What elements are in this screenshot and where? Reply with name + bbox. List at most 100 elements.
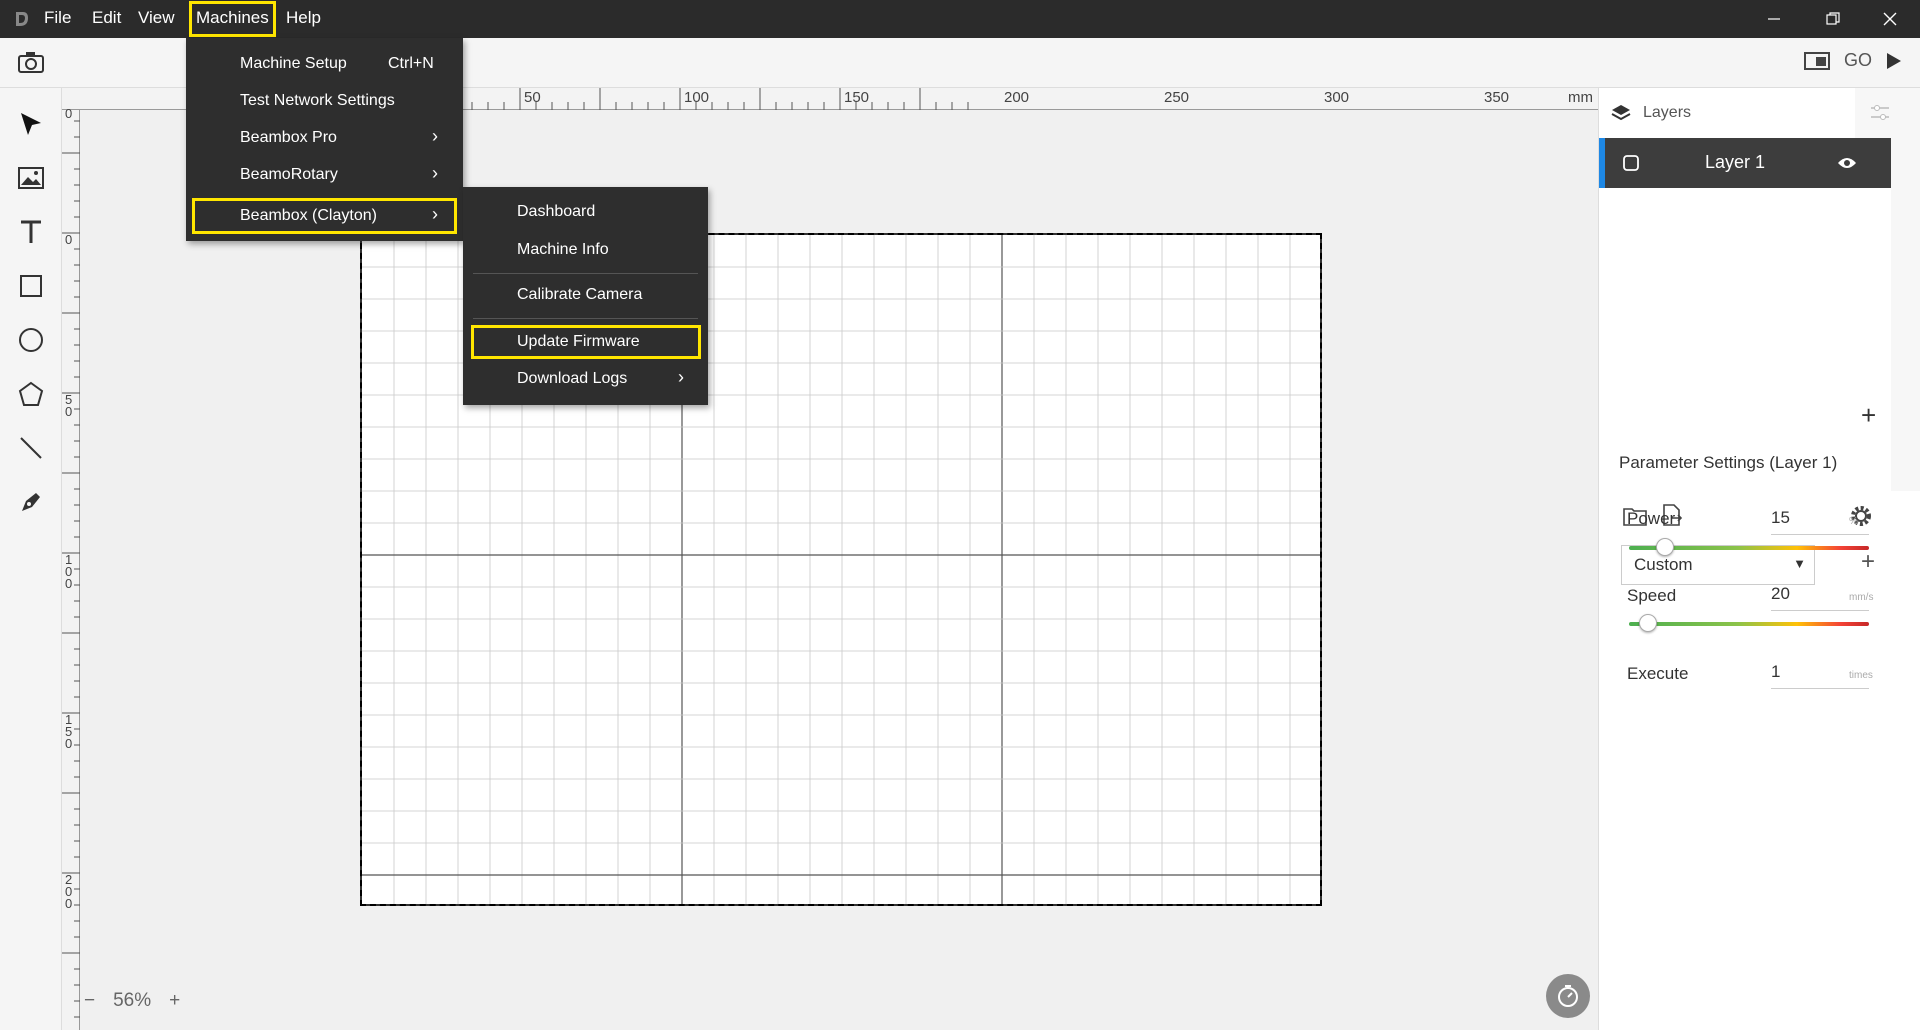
restore-icon [1826, 12, 1840, 25]
stopwatch-icon [1558, 985, 1578, 1007]
minimize-button[interactable] [1744, 0, 1804, 38]
rectangle-tool[interactable] [15, 270, 47, 302]
ruler-label: 200 [1004, 89, 1030, 106]
speed-slider[interactable] [1629, 622, 1869, 626]
submenu-item-label: Calibrate Camera [517, 286, 643, 303]
preset-value: Custom [1634, 555, 1693, 574]
line-icon [20, 437, 42, 459]
chevron-right-icon: › [678, 367, 684, 387]
layers-icon [1611, 105, 1631, 121]
ruler-label: 50 [524, 89, 541, 106]
ruler-label: 200 [65, 872, 73, 911]
menu-file[interactable]: File [38, 0, 77, 38]
submenu-item-label: Update Firmware [517, 333, 640, 350]
layer-row[interactable]: Layer 1 [1599, 138, 1891, 188]
layer-settings-icon[interactable] [1869, 102, 1891, 124]
chevron-right-icon: › [432, 126, 438, 146]
circle-icon [19, 328, 43, 352]
camera-icon[interactable] [18, 50, 44, 74]
preset-select[interactable]: Custom ▼ [1621, 545, 1815, 585]
pen-icon [22, 493, 40, 511]
power-unit: % [1849, 516, 1858, 527]
machines-menu: Machine Setup Ctrl+N Test Network Settin… [186, 38, 463, 241]
time-estimate-button[interactable] [1546, 974, 1590, 1018]
layers-header-label: Layers [1643, 104, 1692, 121]
right-panel: Layers Layer 1 + Parameter Settings (Lay… [1598, 88, 1920, 1030]
ruler-label: 100 [684, 89, 710, 106]
restore-button[interactable] [1803, 0, 1863, 38]
menu-item-machine-setup[interactable]: Machine Setup Ctrl+N [186, 46, 463, 82]
ruler-label: 150 [844, 89, 870, 106]
zoom-out-button[interactable]: − [84, 990, 95, 1012]
image-tool[interactable] [15, 162, 47, 194]
app-logo-icon [16, 12, 28, 26]
device-submenu: Dashboard Machine Info Calibrate Camera … [463, 187, 708, 405]
select-tool[interactable] [15, 108, 47, 140]
ruler-label: 350 [1484, 89, 1510, 106]
line-tool[interactable] [15, 432, 47, 464]
close-icon [1883, 12, 1897, 26]
submenu-item-download-logs[interactable]: Download Logs › [463, 362, 708, 396]
menu-item-label: Beambox Pro [240, 129, 337, 146]
layer-name: Layer 1 [1705, 152, 1766, 172]
menu-item-beambox-pro[interactable]: Beambox Pro › [186, 120, 463, 156]
execute-label: Execute [1627, 664, 1689, 683]
dropdown-arrow-icon: ▼ [1793, 556, 1806, 571]
submenu-item-dashboard[interactable]: Dashboard [463, 195, 708, 229]
image-icon [18, 167, 44, 189]
submenu-item-calibrate-camera[interactable]: Calibrate Camera [463, 278, 708, 312]
minimize-icon [1768, 18, 1780, 20]
menu-item-shortcut: Ctrl+N [388, 55, 434, 72]
speed-label: Speed [1627, 586, 1677, 605]
ruler-label: 150 [65, 712, 73, 751]
zoom-in-button[interactable]: + [169, 990, 180, 1012]
zoom-control: − 56% + [84, 990, 180, 1012]
ruler-label: 300 [1324, 89, 1350, 106]
polygon-tool[interactable] [15, 378, 47, 410]
close-button[interactable] [1860, 0, 1920, 38]
menu-machines[interactable]: Machines [188, 0, 277, 38]
title-bar: File Edit View Machines Help [0, 0, 1920, 38]
layers-tab[interactable]: Layers [1599, 88, 1855, 138]
menu-view[interactable]: View [132, 0, 181, 38]
add-layer-button[interactable]: + [1861, 400, 1876, 431]
left-toolbar [0, 88, 62, 1030]
ruler-label: 100 [65, 552, 73, 591]
rectangle-icon [20, 275, 42, 297]
submenu-item-machine-info[interactable]: Machine Info [463, 233, 708, 267]
cursor-arrow-icon [21, 113, 41, 135]
menu-item-beamorotary[interactable]: BeamoRotary › [186, 157, 463, 193]
ruler-label: 250 [1164, 89, 1190, 106]
text-icon [21, 220, 41, 243]
play-icon[interactable] [1886, 52, 1902, 70]
device-icon[interactable] [1803, 51, 1830, 71]
speed-unit: mm/s [1849, 592, 1874, 603]
menu-help[interactable]: Help [280, 0, 327, 38]
add-preset-button[interactable]: + [1861, 548, 1875, 576]
chevron-right-icon: › [432, 163, 438, 183]
submenu-item-label: Machine Info [517, 241, 609, 258]
eye-icon[interactable] [1837, 156, 1857, 170]
go-label[interactable]: GO [1844, 50, 1872, 71]
ruler-label: 0 [65, 232, 73, 247]
menu-edit[interactable]: Edit [86, 0, 127, 38]
text-tool[interactable] [15, 216, 47, 248]
power-label-text: Power [1627, 509, 1676, 528]
zoom-level: 56% [113, 990, 152, 1011]
ellipse-tool[interactable] [15, 324, 47, 356]
execute-unit: times [1849, 670, 1873, 681]
menu-item-beambox-clayton[interactable]: Beambox (Clayton) › [192, 198, 457, 234]
ruler-unit: mm [1568, 89, 1593, 106]
submenu-item-label: Dashboard [517, 203, 596, 220]
submenu-item-update-firmware[interactable]: Update Firmware [471, 325, 701, 359]
ruler-label: 0 [65, 106, 73, 121]
menu-item-test-network[interactable]: Test Network Settings [186, 83, 463, 119]
ruler-label: 50 [65, 392, 73, 419]
menu-item-label: Machine Setup [240, 55, 347, 72]
pen-tool[interactable] [15, 486, 47, 518]
menu-item-label: BeamoRotary [240, 166, 338, 183]
layer-checkbox[interactable] [1623, 155, 1639, 171]
power-slider-handle[interactable] [1656, 538, 1674, 556]
left-ruler: 0 0 50 100 150 200 [62, 106, 80, 1030]
menu-separator [473, 273, 698, 274]
